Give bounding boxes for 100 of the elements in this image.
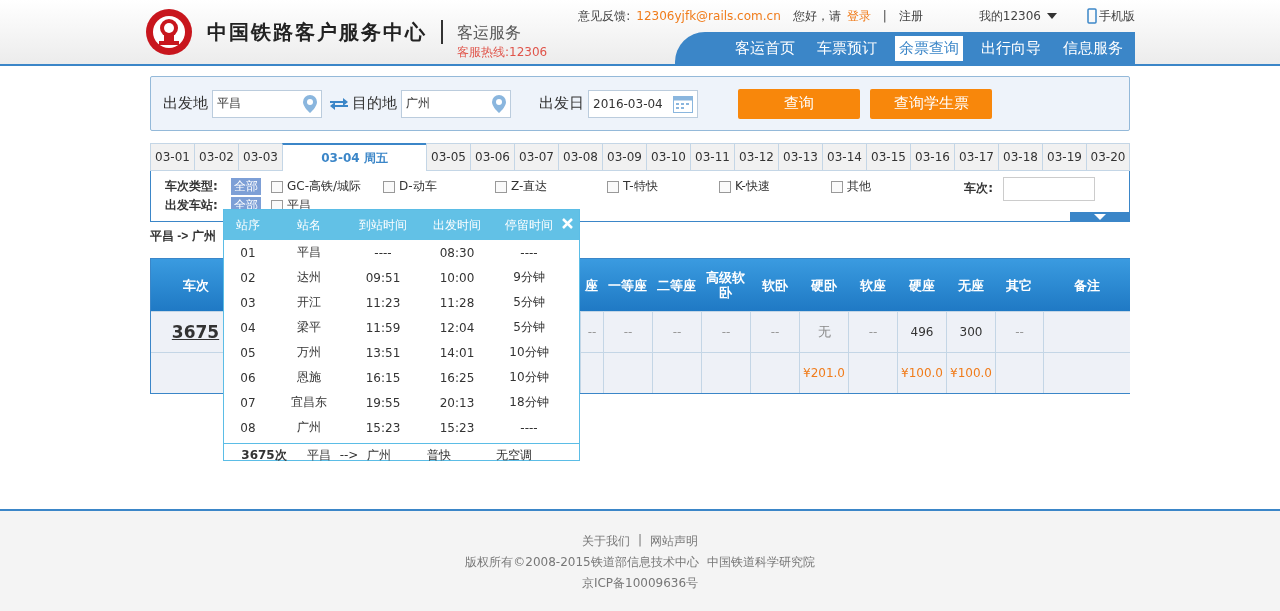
date-tab[interactable]: 03-08	[558, 143, 602, 171]
nav-tab[interactable]: 信息服务	[1059, 35, 1127, 61]
train-type: 普快	[426, 446, 452, 464]
checkbox-label: GC-高铁/城际	[287, 178, 362, 195]
table-cell: 300	[946, 311, 995, 352]
date-tab[interactable]: 03-14	[822, 143, 866, 171]
table-cell: 10:00	[439, 270, 475, 285]
table-cell: 宜昌东	[291, 394, 327, 411]
column-header: 软卧	[750, 259, 799, 311]
date-tab[interactable]: 03-17	[954, 143, 998, 171]
column-header: 二等座	[652, 259, 701, 311]
nav-tab[interactable]: 客运首页	[731, 35, 799, 61]
filter-label: 出发车站:	[165, 197, 219, 214]
date-tab[interactable]: 03-19	[1042, 143, 1086, 171]
checkbox-label: 其他	[847, 178, 871, 195]
date-tab[interactable]: 03-12	[734, 143, 778, 171]
checkbox-label: Z-直达	[511, 178, 548, 195]
table-cell: 08:30	[439, 245, 475, 260]
feedback-label: 意见反馈:	[578, 7, 631, 25]
date-tab[interactable]: 03-06	[470, 143, 514, 171]
institute: 中国铁道科学研究院	[706, 554, 815, 571]
table-cell: 开江	[297, 294, 321, 311]
date-tab[interactable]: 03-18	[998, 143, 1042, 171]
table-cell: 07	[240, 395, 256, 410]
to-field[interactable]: 广州	[401, 89, 511, 118]
nav-tab[interactable]: 余票查询	[895, 35, 963, 61]
date-tab[interactable]: 03-10	[646, 143, 690, 171]
date-tab[interactable]: 03-01	[150, 143, 194, 171]
table-cell: 14:01	[439, 345, 475, 360]
register-link[interactable]: 注册	[898, 7, 923, 25]
from-field[interactable]: 平昌	[212, 89, 322, 118]
date-tab[interactable]: 03-09	[602, 143, 646, 171]
date-tab[interactable]: 03-13	[778, 143, 822, 171]
date-field[interactable]: 2016-03-04	[588, 89, 698, 118]
table-cell: 15:23	[365, 420, 401, 435]
nav-tab[interactable]: 车票预订	[813, 35, 881, 61]
table-cell: --	[701, 311, 750, 352]
column-header: 无座	[946, 259, 995, 311]
route-title: 平昌 -> 广州	[150, 227, 216, 245]
table-cell: 12:04	[439, 320, 475, 335]
date-tab[interactable]: 03-02	[194, 143, 238, 171]
date-tab[interactable]: 03-05	[426, 143, 470, 171]
table-cell: 万州	[297, 344, 321, 361]
air-conditioning: 无空调	[495, 446, 533, 464]
table-cell: 11:28	[439, 295, 475, 310]
table-cell: 达州	[297, 269, 321, 286]
column-header: 软座	[848, 259, 897, 311]
icp-number: 京ICP备10009636号	[581, 575, 699, 592]
column-header: 硬座	[897, 259, 946, 311]
to-station: 广州	[366, 446, 392, 464]
table-cell: --	[995, 311, 1043, 352]
table-cell: 05	[240, 345, 256, 360]
table-cell: 19:55	[365, 395, 401, 410]
train-no-label: 车次:	[964, 180, 993, 197]
date-tab[interactable]: 03-20	[1086, 143, 1130, 171]
table-cell: 恩施	[297, 369, 321, 386]
table-cell: ----	[520, 420, 538, 435]
arrow-text: -->	[338, 448, 360, 462]
column-header: 停留时间	[505, 216, 553, 234]
greeting: 您好，请	[792, 7, 841, 25]
column-header: 出发时间	[433, 216, 481, 234]
table-cell: 06	[240, 370, 256, 385]
table-cell: 09:51	[365, 270, 401, 285]
table-cell: 04	[240, 320, 256, 335]
checkbox-label: K-快速	[735, 178, 770, 195]
table-cell: 16:15	[365, 370, 401, 385]
table-cell: 广州	[297, 419, 321, 436]
table-cell: 13:51	[365, 345, 401, 360]
my-account-link[interactable]: 我的12306	[978, 7, 1041, 25]
column-header: 其它	[995, 259, 1043, 311]
mobile-link[interactable]: 手机版	[1099, 7, 1135, 25]
table-cell: 15:23	[439, 420, 475, 435]
to-label: 目的地	[352, 94, 397, 113]
price-cell: ¥100.0	[946, 352, 995, 393]
table-cell: ----	[520, 245, 538, 260]
filter-label: 车次类型:	[165, 178, 219, 195]
footer-link[interactable]: 关于我们	[581, 533, 630, 550]
table-cell: 5分钟	[513, 319, 545, 336]
date-tab[interactable]: 03-11	[690, 143, 734, 171]
from-label: 出发地	[163, 94, 208, 113]
footer-link[interactable]: 网站声明	[650, 533, 698, 550]
site-title: 中国铁路客户服务中心	[207, 18, 427, 46]
date-label: 出发日	[539, 94, 584, 113]
table-cell: --	[603, 311, 652, 352]
table-cell: 9分钟	[513, 269, 545, 286]
column-header: 座	[580, 259, 603, 311]
train-number-link[interactable]: 3675	[171, 322, 220, 342]
table-cell: 03	[240, 295, 256, 310]
nav-tab[interactable]: 出行向导	[977, 35, 1045, 61]
table-cell: 18分钟	[509, 394, 549, 411]
hotline: 客服热线:12306	[457, 44, 548, 61]
table-cell: --	[580, 311, 603, 352]
date-tab[interactable]: 03-16	[910, 143, 954, 171]
table-cell: 20:13	[439, 395, 475, 410]
table-cell: --	[750, 311, 799, 352]
date-tab[interactable]: 03-07	[514, 143, 558, 171]
date-tab[interactable]: 03-15	[866, 143, 910, 171]
date-tab[interactable]: 03-04 周五	[282, 143, 426, 171]
column-header: 站序	[236, 216, 260, 234]
date-tab[interactable]: 03-03	[238, 143, 282, 171]
